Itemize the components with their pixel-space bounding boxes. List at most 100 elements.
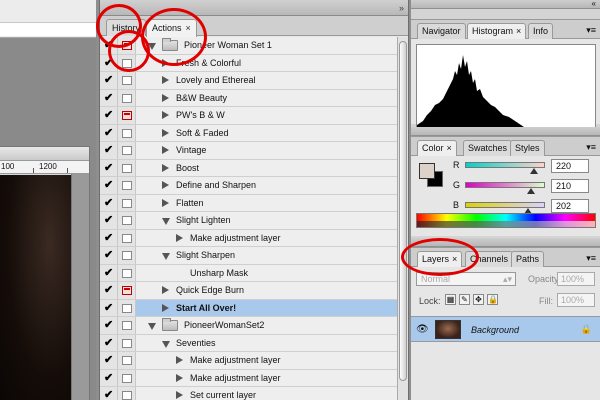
channel-value-field[interactable]: 220: [551, 159, 589, 173]
dialog-off-icon[interactable]: [122, 338, 132, 348]
action-row[interactable]: ✔ Soft & Faded: [100, 124, 398, 142]
toggle-dialog-column[interactable]: [118, 177, 136, 194]
toggle-dialog-column[interactable]: [118, 247, 136, 264]
dialog-on-icon[interactable]: [122, 286, 132, 295]
dialog-off-icon[interactable]: [122, 76, 132, 85]
close-icon[interactable]: ×: [186, 23, 191, 33]
checkmark-icon[interactable]: ✔: [104, 180, 113, 191]
action-row[interactable]: ✔ PW's B & W: [100, 107, 398, 125]
action-row[interactable]: ✔ Pioneer Woman Set 1: [100, 37, 398, 55]
toggle-item-column[interactable]: ✔: [100, 124, 118, 141]
dialog-off-icon[interactable]: [122, 356, 132, 365]
toggle-item-column[interactable]: ✔: [100, 369, 118, 386]
collapsed-triangle-icon[interactable]: [176, 391, 183, 399]
collapsed-triangle-icon[interactable]: [176, 373, 183, 382]
toggle-dialog-column[interactable]: [118, 334, 136, 351]
expanded-triangle-icon[interactable]: [162, 340, 170, 348]
toggle-item-column[interactable]: ✔: [100, 177, 118, 194]
toggle-dialog-column[interactable]: [118, 107, 136, 124]
panel-grip[interactable]: [411, 238, 600, 247]
toggle-item-column[interactable]: ✔: [100, 352, 118, 369]
action-row[interactable]: ✔ Make adjustment layer: [100, 352, 398, 370]
action-row[interactable]: ✔ Fresh & Colorful: [100, 54, 398, 72]
checkmark-icon[interactable]: ✔: [104, 267, 113, 279]
toggle-item-column[interactable]: ✔: [100, 299, 118, 316]
layer-row-background[interactable]: 👁 Background 🔒: [411, 316, 600, 342]
collapsed-triangle-icon[interactable]: [162, 198, 169, 207]
tab-histogram[interactable]: Histogram ×: [467, 23, 527, 39]
lock-position-icon[interactable]: ✥: [473, 294, 484, 305]
action-row[interactable]: ✔ Start All Over!: [100, 299, 398, 317]
toggle-item-column[interactable]: ✔: [100, 229, 118, 246]
checkmark-icon[interactable]: ✔: [104, 92, 113, 104]
dialog-off-icon[interactable]: [122, 391, 132, 400]
toggle-item-column[interactable]: ✔: [100, 72, 118, 89]
toggle-item-column[interactable]: ✔: [100, 334, 118, 351]
opacity-field[interactable]: 100%: [557, 272, 595, 286]
toggle-dialog-column[interactable]: [118, 194, 136, 211]
tab-styles[interactable]: Styles: [510, 140, 545, 156]
fill-field[interactable]: 100%: [557, 293, 595, 307]
slider-knob[interactable]: [530, 168, 539, 174]
checkmark-icon[interactable]: ✔: [104, 372, 113, 384]
toggle-dialog-column[interactable]: [118, 212, 136, 229]
panel-menu-icon[interactable]: ▾≡: [586, 142, 596, 153]
dialog-off-icon[interactable]: [122, 303, 132, 313]
dialog-off-icon[interactable]: [122, 233, 132, 243]
action-row[interactable]: ✔ Boost: [100, 159, 398, 177]
action-row[interactable]: ✔ Make adjustment layer: [100, 229, 398, 247]
dialog-off-icon[interactable]: [122, 373, 132, 383]
toggle-item-column[interactable]: ✔: [100, 212, 118, 229]
checkmark-icon[interactable]: ✔: [104, 57, 113, 69]
slider-knob[interactable]: [526, 188, 535, 194]
checkmark-icon[interactable]: ✔: [104, 215, 113, 226]
action-row[interactable]: ✔ PioneerWomanSet2: [100, 317, 398, 335]
action-row[interactable]: ✔ Define and Sharpen: [100, 177, 398, 195]
checkmark-icon[interactable]: ✔: [104, 232, 113, 244]
dialog-off-icon[interactable]: [122, 93, 132, 103]
checkmark-icon[interactable]: ✔: [104, 145, 113, 156]
checkmark-icon[interactable]: ✔: [104, 320, 113, 331]
toggle-item-column[interactable]: ✔: [100, 107, 118, 124]
toggle-dialog-column[interactable]: [118, 159, 136, 176]
scroll-thumb[interactable]: [399, 41, 407, 381]
lock-all-icon[interactable]: 🔒: [487, 294, 498, 305]
toggle-item-column[interactable]: ✔: [100, 387, 118, 400]
panel-grip[interactable]: [411, 127, 600, 136]
collapse-icon[interactable]: »: [399, 3, 404, 13]
action-row[interactable]: ✔ Flatten: [100, 194, 398, 212]
toggle-item-column[interactable]: ✔: [100, 142, 118, 159]
visibility-eye-icon[interactable]: 👁: [416, 324, 429, 335]
toggle-item-column[interactable]: ✔: [100, 317, 118, 334]
close-icon[interactable]: ×: [516, 26, 521, 36]
toggle-item-column[interactable]: ✔: [100, 282, 118, 299]
tab-channels[interactable]: Channels: [465, 251, 514, 267]
toggle-dialog-column[interactable]: [118, 369, 136, 386]
toggle-item-column[interactable]: ✔: [100, 247, 118, 264]
dialog-off-icon[interactable]: [122, 163, 132, 173]
action-row[interactable]: ✔ Slight Sharpen: [100, 247, 398, 265]
action-row[interactable]: ✔ Seventies: [100, 334, 398, 352]
checkmark-icon[interactable]: ✔: [104, 250, 113, 261]
toggle-dialog-column[interactable]: [118, 89, 136, 106]
collapse-icon[interactable]: «: [592, 0, 596, 8]
channel-value-field[interactable]: 210: [551, 179, 589, 193]
actions-scrollbar[interactable]: [397, 37, 408, 400]
collapsed-triangle-icon[interactable]: [162, 286, 169, 294]
expanded-triangle-icon[interactable]: [162, 253, 170, 260]
toggle-dialog-column[interactable]: [118, 387, 136, 400]
action-row[interactable]: ✔ Unsharp Mask: [100, 264, 398, 282]
action-row[interactable]: ✔ Slight Lighten: [100, 212, 398, 230]
checkmark-icon[interactable]: ✔: [104, 337, 113, 349]
dialog-off-icon[interactable]: [122, 216, 132, 225]
checkmark-icon[interactable]: ✔: [104, 285, 113, 296]
checkmark-icon[interactable]: ✔: [104, 127, 113, 139]
collapsed-triangle-icon[interactable]: [162, 58, 169, 67]
collapsed-triangle-icon[interactable]: [162, 303, 169, 312]
toggle-dialog-column[interactable]: [118, 282, 136, 299]
toggle-dialog-column[interactable]: [118, 142, 136, 159]
dialog-on-icon[interactable]: [122, 41, 132, 50]
tab-info[interactable]: Info: [528, 23, 554, 39]
tab-color[interactable]: Color ×: [417, 140, 457, 156]
collapsed-triangle-icon[interactable]: [162, 93, 169, 102]
